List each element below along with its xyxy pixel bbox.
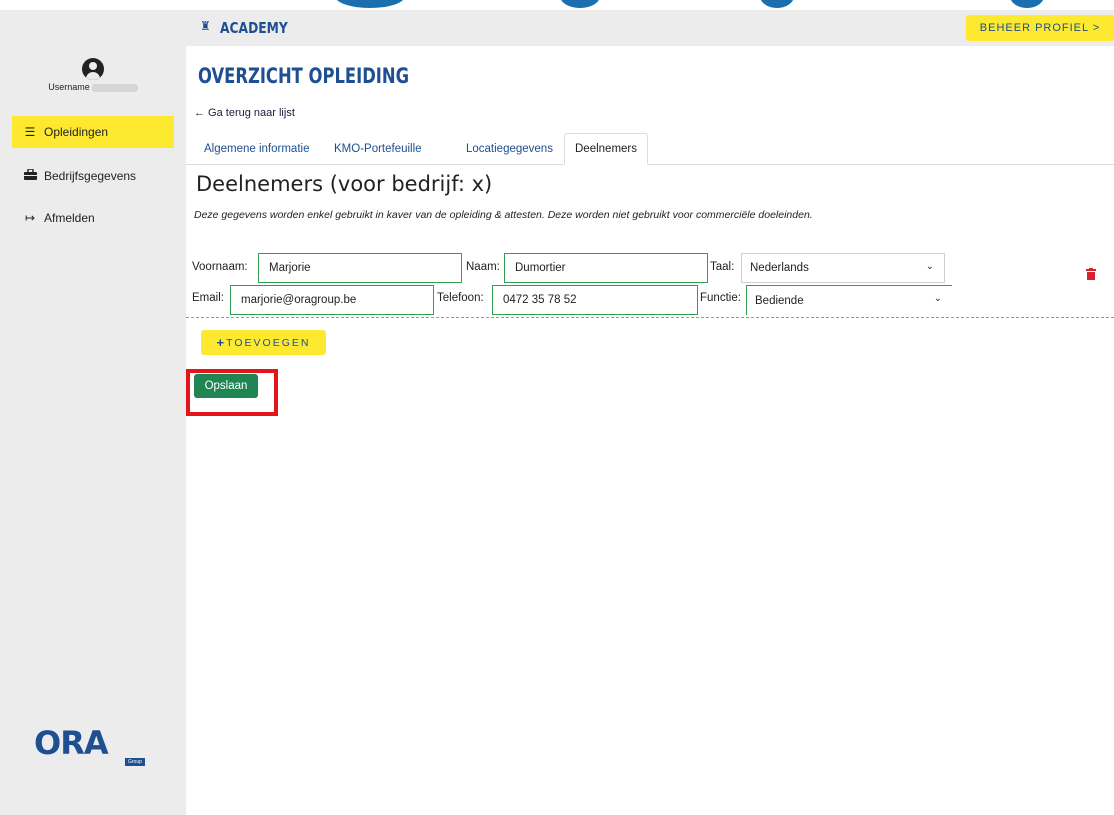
tab-algemene-informatie[interactable]: Algemene informatie (194, 133, 319, 165)
section-title: Deelnemers (voor bedrijf: x) (196, 172, 493, 196)
section-subtitle: Deze gegevens worden enkel gebruikt in k… (194, 209, 813, 221)
banner-shape (1010, 0, 1044, 8)
add-button-label: TOEVOEGEN (226, 336, 311, 349)
delete-participant-icon[interactable] (1086, 268, 1096, 280)
sidebar-item-bedrijfsgegevens[interactable]: Bedrijfsgegevens (12, 160, 174, 192)
functie-selected-value: Bediende (755, 294, 804, 307)
sidebar-item-label: Afmelden (44, 211, 95, 225)
naam-label: Naam: (466, 261, 500, 273)
tab-locatiegegevens[interactable]: Locatiegegevens (456, 133, 563, 165)
row-divider (186, 317, 1114, 318)
plus-icon: + (216, 335, 225, 350)
sign-out-icon: ↦ (24, 211, 36, 225)
back-to-list-link[interactable]: ← Ga terug naar lijst (194, 107, 295, 119)
briefcase-icon (22, 168, 38, 183)
banner-shape (560, 0, 600, 8)
banner-shape (760, 0, 794, 8)
chevron-down-icon: ⌄ (925, 261, 934, 272)
username-label: Username (0, 82, 186, 92)
ora-logo-sub: Group (125, 758, 145, 766)
save-button[interactable]: Opslaan (194, 374, 258, 398)
taal-selected-value: Nederlands (750, 262, 809, 274)
telefoon-field[interactable]: 0472 35 78 52 (492, 285, 698, 315)
voornaam-label: Voornaam: (192, 261, 248, 273)
add-participant-button[interactable]: + TOEVOEGEN (201, 330, 326, 355)
banner-shape (335, 0, 405, 8)
tab-deelnemers[interactable]: Deelnemers (564, 133, 648, 165)
list-icon: ☰ (24, 125, 36, 139)
functie-select[interactable]: Bediende ⌄ (746, 285, 952, 315)
sidebar: Username ☰ Opleidingen Bedrijfsgegevens … (0, 10, 186, 815)
taal-select[interactable]: Nederlands ⌄ (741, 253, 945, 283)
sidebar-item-opleidingen[interactable]: ☰ Opleidingen (12, 116, 174, 148)
user-avatar-icon (82, 58, 104, 80)
top-banner-strip (0, 0, 1114, 10)
ora-logo: ORA (34, 724, 109, 762)
top-header: ♜ ACADEMY BEHEER PROFIEL > (186, 10, 1114, 46)
email-label: Email: (192, 292, 224, 304)
telefoon-label: Telefoon: (437, 292, 484, 304)
sidebar-item-label: Bedrijfsgegevens (44, 169, 137, 183)
graduation-cap-icon: ♜ (200, 19, 211, 33)
tab-bar: Algemene informatie KMO-Portefeuille Loc… (186, 133, 1114, 165)
sidebar-item-afmelden[interactable]: ↦ Afmelden (12, 202, 174, 234)
app-title: ACADEMY (220, 19, 288, 37)
email-field[interactable]: marjorie@oragroup.be (230, 285, 434, 315)
chevron-down-icon: ⌄ (933, 293, 942, 304)
username-redacted (91, 83, 138, 92)
page-title: OVERZICHT OPLEIDING (198, 64, 410, 88)
manage-profile-button[interactable]: BEHEER PROFIEL > (966, 15, 1114, 41)
naam-field[interactable]: Dumortier (504, 253, 708, 283)
tab-kmo-portefeuille[interactable]: KMO-Portefeuille (324, 133, 432, 165)
voornaam-field[interactable]: Marjorie (258, 253, 462, 283)
functie-label: Functie: (700, 292, 741, 304)
taal-label: Taal: (710, 261, 735, 273)
sidebar-item-label: Opleidingen (44, 125, 109, 139)
